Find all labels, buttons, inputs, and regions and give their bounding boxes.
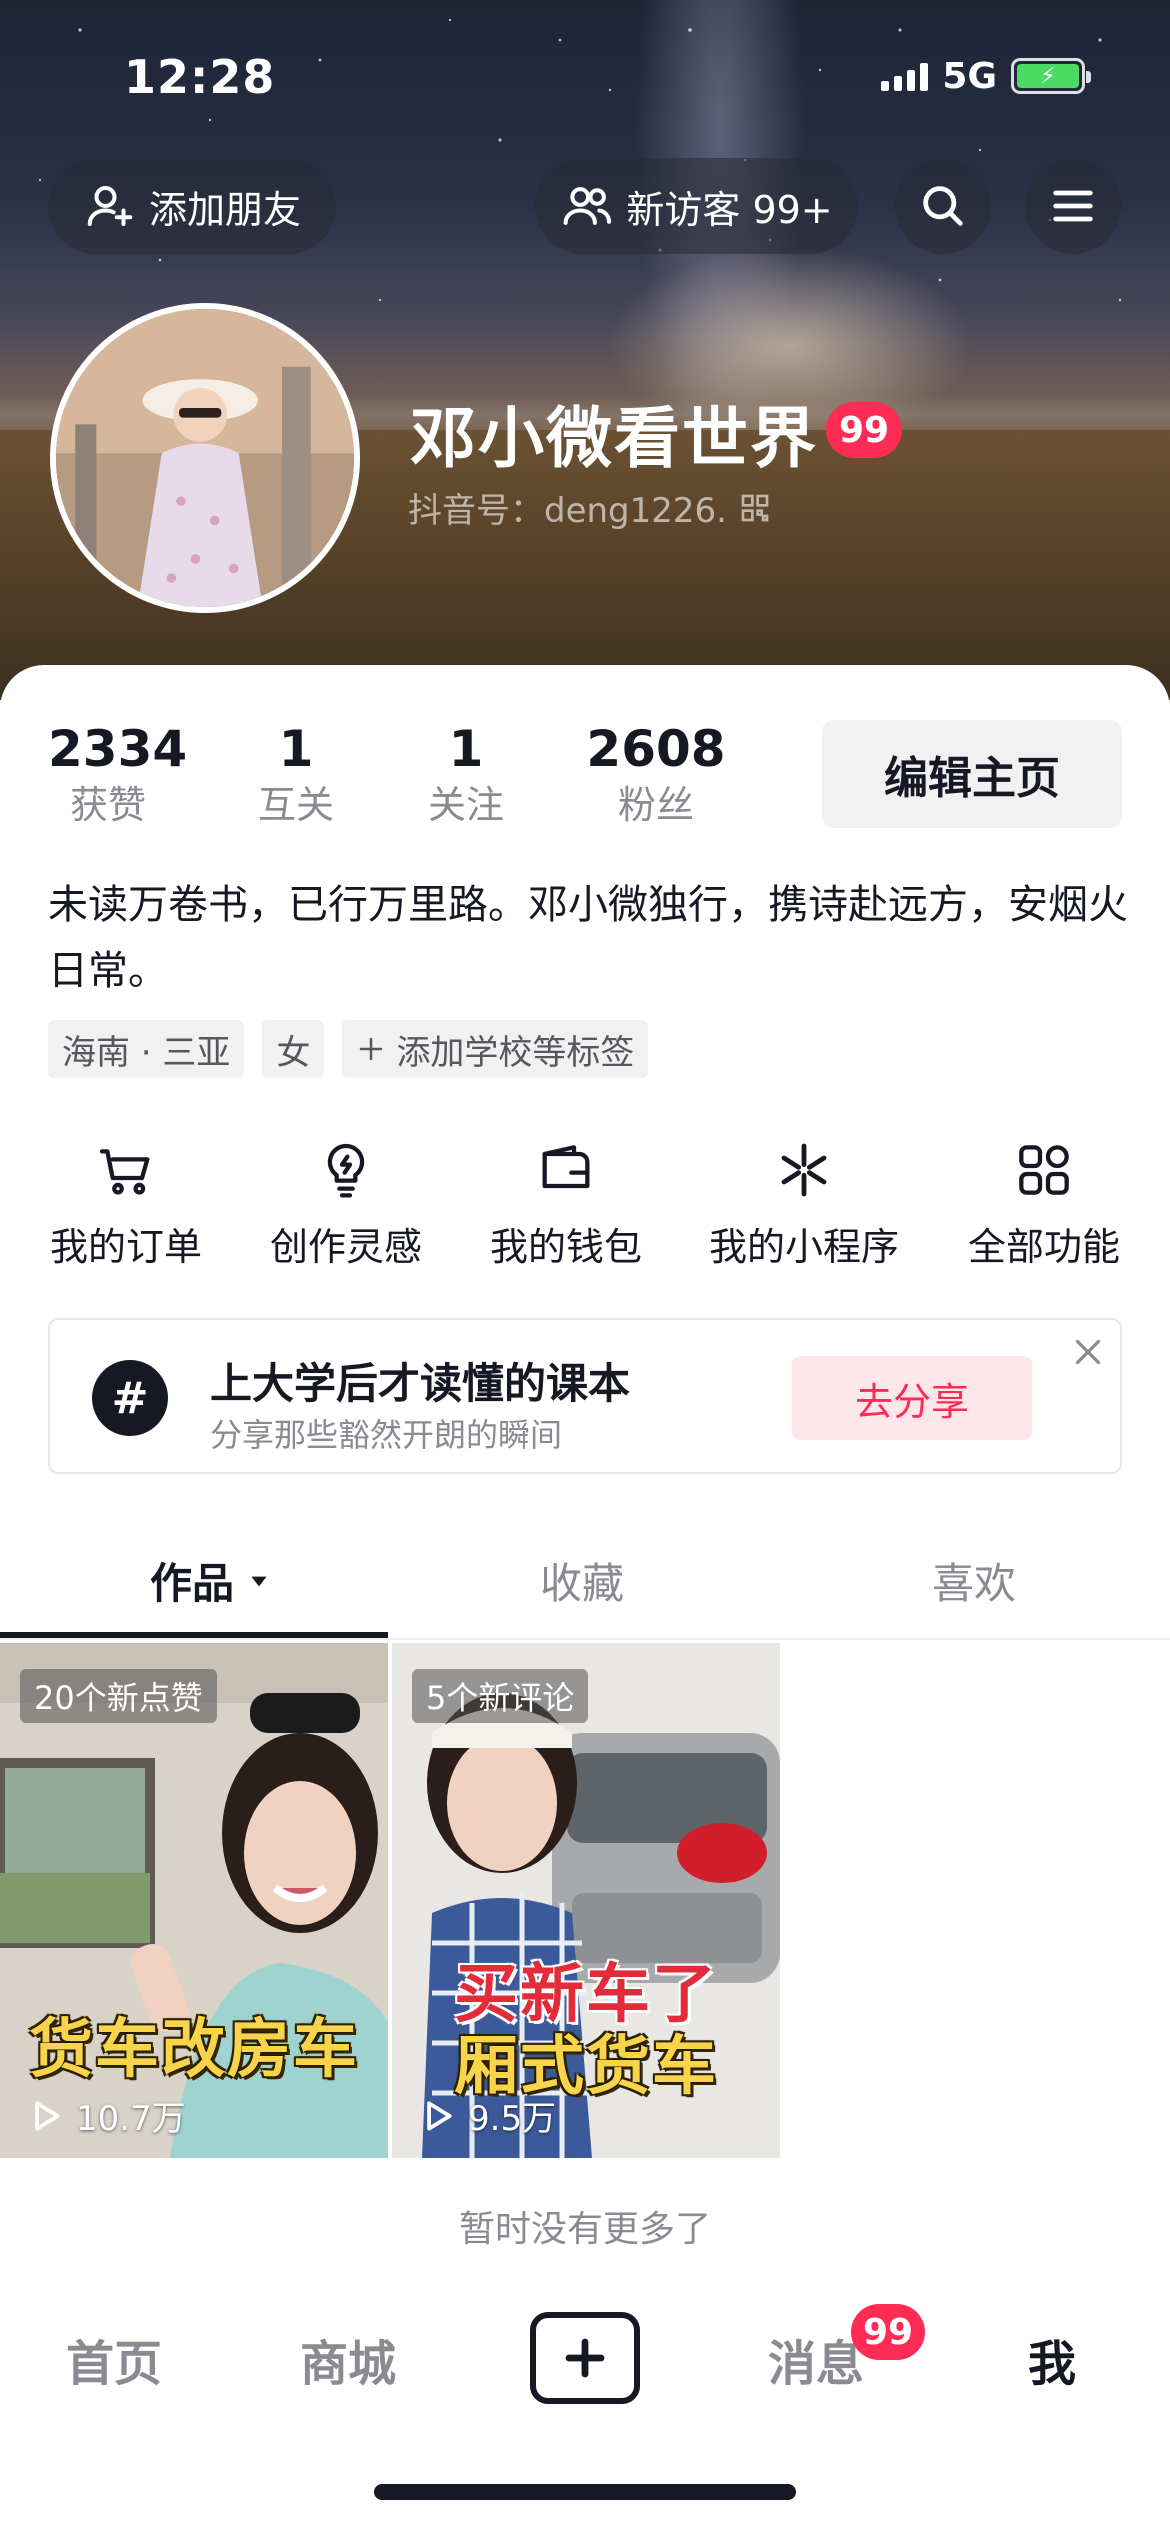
nav-home[interactable]: 首页 <box>66 2324 162 2394</box>
tab-likes[interactable]: 喜欢 <box>932 1550 1016 1611</box>
edit-profile-button[interactable]: 编辑主页 <box>822 720 1122 828</box>
stat-likes-value: 2334 <box>48 720 188 778</box>
status-time: 12:28 <box>124 50 276 104</box>
tag-location[interactable]: 海南 · 三亚 <box>48 1020 245 1078</box>
visitors-icon <box>563 187 612 225</box>
battery-icon: ⚡ <box>1011 58 1091 94</box>
feature-my-orders-label: 我的订单 <box>49 1225 202 1269</box>
profile-stats: 2334 获赞 1 互关 1 关注 2608 粉丝 <box>0 718 800 838</box>
stat-followers-label: 粉丝 <box>617 783 694 827</box>
add-school-tag-button[interactable]: 添加学校等标签 <box>342 1020 649 1078</box>
nav-me[interactable]: 我 <box>1028 2324 1076 2394</box>
video-caption: 货车改房车 <box>29 2013 359 2087</box>
add-friend-label: 添加朋友 <box>148 187 301 232</box>
mini-program-icon <box>781 1143 827 1197</box>
bottom-navigation: 首页 商城 消息 99 我 <box>0 2290 1170 2440</box>
caret-down-icon <box>251 1576 267 1586</box>
stat-likes[interactable]: 2334 获赞 <box>48 718 188 830</box>
tag-gender[interactable]: 女 <box>262 1020 325 1078</box>
close-icon[interactable] <box>1070 1334 1106 1370</box>
avatar-photo <box>56 309 354 607</box>
new-likes-badge: 20个新点赞 <box>20 1669 217 1723</box>
create-post-button[interactable] <box>530 2312 640 2404</box>
play-count-value: 10.7万 <box>76 2099 186 2139</box>
nav-messages[interactable]: 消息 <box>768 2324 864 2394</box>
new-comments-badge: 5个新评论 <box>412 1669 589 1723</box>
new-visitors-button[interactable]: 新访客 99+ <box>535 158 858 254</box>
stat-mutual-value: 1 <box>278 720 314 778</box>
go-share-button[interactable]: 去分享 <box>792 1356 1032 1440</box>
home-indicator <box>374 2484 796 2500</box>
name-notification-badge[interactable]: 99 <box>826 402 902 458</box>
add-user-icon <box>87 185 133 227</box>
search-button[interactable] <box>895 158 991 254</box>
no-more-content-text: 暂时没有更多了 <box>458 2209 711 2250</box>
profile-tags: 海南 · 三亚 女 添加学校等标签 <box>48 1020 649 1078</box>
feature-creative-inspiration-label: 创作灵感 <box>269 1225 422 1269</box>
stat-following-value: 1 <box>448 720 484 778</box>
feature-all-functions[interactable]: 全部功能 <box>966 1138 1122 1271</box>
stat-followers-value: 2608 <box>586 720 726 778</box>
stat-likes-label: 获赞 <box>69 783 146 827</box>
stat-mutual[interactable]: 1 互关 <box>236 718 356 830</box>
feature-mini-programs-label: 我的小程序 <box>708 1225 899 1269</box>
feature-my-wallet[interactable]: 我的钱包 <box>488 1138 644 1271</box>
active-tab-indicator <box>0 1632 388 1638</box>
feature-my-wallet-label: 我的钱包 <box>489 1225 642 1269</box>
play-count: 9.5万 <box>418 2091 556 2140</box>
plus-icon <box>565 2338 605 2378</box>
add-school-tag-label: 添加学校等标签 <box>396 1032 635 1073</box>
add-friend-button[interactable]: 添加朋友 <box>48 158 336 254</box>
cart-icon <box>99 1149 150 1195</box>
feature-mini-programs[interactable]: 我的小程序 <box>706 1138 902 1271</box>
menu-button[interactable] <box>1025 158 1121 254</box>
plus-icon <box>360 1037 383 1061</box>
nav-mall[interactable]: 商城 <box>300 2324 396 2394</box>
lightbulb-icon <box>327 1143 365 1198</box>
tab-favorites[interactable]: 收藏 <box>540 1550 624 1611</box>
play-icon <box>35 2100 60 2131</box>
feature-my-orders[interactable]: 我的订单 <box>48 1138 204 1271</box>
qr-code-icon <box>741 494 769 521</box>
search-icon <box>923 186 963 226</box>
network-type: 5G <box>942 55 997 97</box>
hashtag-icon: # <box>92 1360 168 1436</box>
stat-followers[interactable]: 2608 粉丝 <box>586 718 726 830</box>
share-topic-title: 上大学后才读懂的课本 <box>210 1359 631 1408</box>
douyin-id[interactable]: 抖音号：deng1226. <box>408 483 771 532</box>
content-tabs: 作品 收藏 喜欢 <box>0 1520 1170 1640</box>
grid-icon <box>1019 1145 1069 1195</box>
signal-icon <box>881 61 929 91</box>
stat-following[interactable]: 1 关注 <box>406 718 526 830</box>
share-topic-subtitle: 分享那些豁然开朗的瞬间 <box>210 1416 563 1454</box>
video-card[interactable]: 20个新点赞 货车改房车 10.7万 <box>0 1643 388 2158</box>
video-grid: 20个新点赞 货车改房车 10.7万 5个新评论 买新车了 厢式货车 9.5万 <box>0 1643 1170 2158</box>
play-count: 10.7万 <box>26 2091 186 2140</box>
messages-badge: 99 <box>851 2304 925 2360</box>
wallet-icon <box>542 1145 590 1189</box>
play-count-value: 9.5万 <box>468 2099 557 2139</box>
profile-bio: 未读万卷书，已行万里路。邓小微独行，携诗赴远方，安烟火日常。 <box>48 882 1128 994</box>
status-indicators: 5G ⚡ <box>881 55 1091 97</box>
stat-mutual-label: 互关 <box>257 783 334 827</box>
tab-works[interactable]: 作品 <box>150 1550 272 1611</box>
feature-shortcuts: 我的订单 创作灵感 我的钱包 我的小程序 全部功能 <box>0 1138 1170 1278</box>
new-visitors-label: 新访客 99+ <box>626 187 833 232</box>
share-topic-card[interactable]: # 上大学后才读懂的课本 分享那些豁然开朗的瞬间 去分享 <box>48 1318 1122 1474</box>
play-icon <box>427 2100 452 2131</box>
feature-creative-inspiration[interactable]: 创作灵感 <box>268 1138 424 1271</box>
profile-avatar[interactable] <box>50 303 360 613</box>
douyin-id-text: 抖音号：deng1226. <box>408 491 727 531</box>
hamburger-menu-icon <box>1053 190 1093 222</box>
video-card[interactable]: 5个新评论 买新车了 厢式货车 9.5万 <box>392 1643 780 2158</box>
profile-name: 邓小微看世界 <box>410 400 818 477</box>
stat-following-label: 关注 <box>427 783 504 827</box>
tab-works-label: 作品 <box>150 1559 235 1608</box>
feature-all-functions-label: 全部功能 <box>967 1225 1120 1269</box>
